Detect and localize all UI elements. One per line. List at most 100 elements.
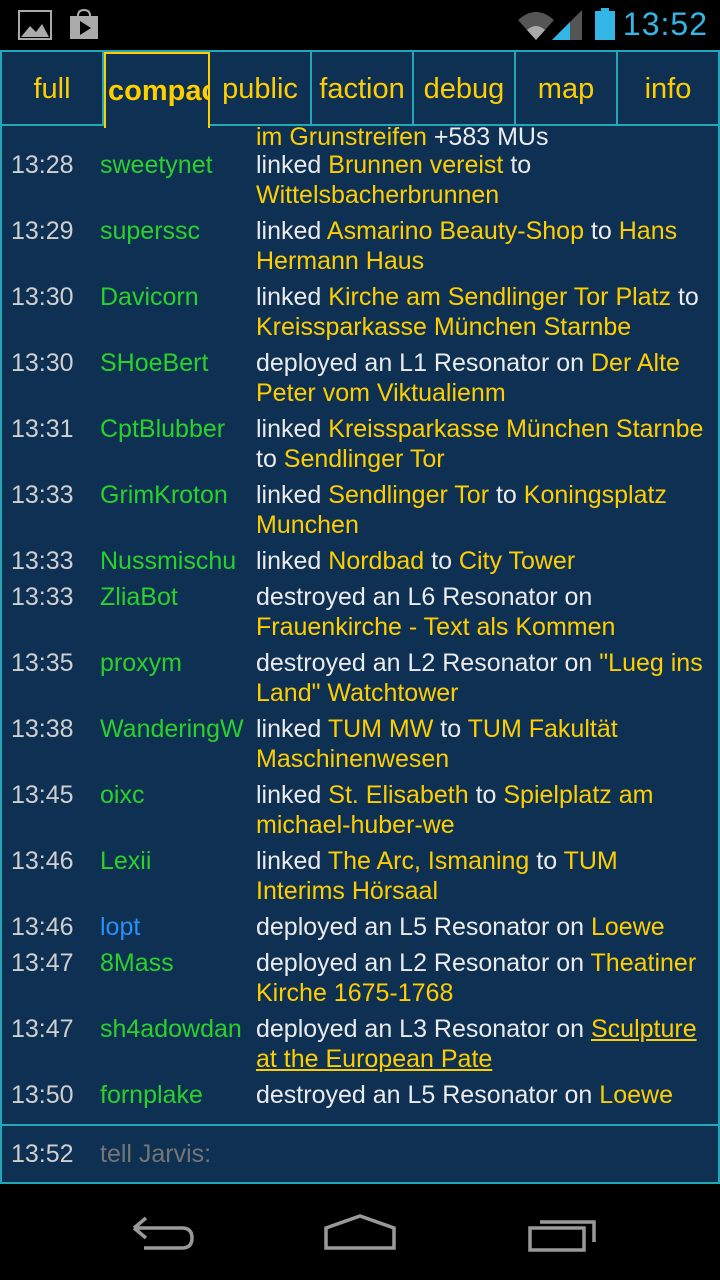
log-time: 13:28 — [11, 151, 74, 179]
message-text: linked — [256, 283, 329, 311]
input-time: 13:52 — [11, 1139, 74, 1168]
gallery-icon — [18, 10, 52, 40]
log-user[interactable]: sh4adowdan — [100, 1014, 256, 1074]
log-time: 13:35 — [11, 649, 74, 677]
message-text: to — [671, 283, 699, 311]
back-icon[interactable] — [120, 1208, 200, 1256]
log-time: 13:33 — [11, 583, 74, 611]
log-row: 13:30 SHoeBert deployed an L1 Resonator on… — [2, 348, 718, 414]
message-text: destroyed an L2 Resonator on — [256, 649, 600, 677]
log-time: 13:30 — [11, 283, 74, 311]
log-user[interactable]: Nussmischu — [100, 546, 256, 576]
log-user[interactable]: ZliaBot — [100, 582, 256, 642]
tab-full[interactable]: full — [2, 52, 104, 126]
portal-link[interactable]: Kreissparkasse München Starnbe — [328, 415, 703, 443]
log-message: linked TUM MW to TUM Fakultät Maschinenw… — [256, 714, 718, 774]
portal-link[interactable]: Frauenkirche - Text als Kommen — [256, 613, 615, 641]
log-row: 13:30 Davicorn linked Kirche am Sendlinger… — [2, 282, 718, 348]
log-user[interactable]: SHoeBert — [100, 348, 256, 408]
log-message: deployed an L5 Resonator on Loewe — [256, 912, 718, 942]
log-row: 13:28 sweetynet linked Brunnen vereist to … — [2, 150, 718, 216]
log-user[interactable]: proxym — [100, 648, 256, 708]
message-text: deployed an L3 Resonator on — [256, 1015, 591, 1043]
log-time: 13:33 — [11, 547, 74, 575]
tab-debug[interactable]: debug — [414, 52, 516, 126]
portal-link[interactable]: Loewe — [591, 913, 665, 941]
wifi-icon — [518, 12, 554, 40]
log-user[interactable]: superssc — [100, 216, 256, 276]
message-text: to — [583, 217, 619, 245]
chat-log-content: im Grunstreifen +583 MUs 13:28 sweetynet li… — [2, 126, 718, 1116]
battery-icon — [595, 8, 615, 40]
log-user[interactable]: sweetynet — [100, 150, 256, 210]
tab-map[interactable]: map — [516, 52, 618, 126]
message-text: linked — [256, 547, 329, 575]
log-message: linked Nordbad to City Tower — [256, 546, 718, 576]
message-text: linked — [256, 481, 329, 509]
log-row: 13:38 WanderingW linked TUM MW to TUM Faku… — [2, 714, 718, 780]
portal-link[interactable]: St. Elisabeth — [328, 781, 468, 809]
log-user[interactable]: oixc — [100, 780, 256, 840]
tab-label: debug — [423, 72, 505, 105]
log-user[interactable]: Lexii — [100, 846, 256, 906]
log-row-partial: im Grunstreifen +583 MUs — [2, 126, 718, 151]
play-store-icon — [70, 8, 98, 39]
message-text: to — [529, 847, 564, 875]
portal-link[interactable]: City Tower — [459, 547, 575, 575]
portal-link[interactable]: Kreissparkasse München Starnbe — [256, 313, 631, 341]
recent-apps-icon[interactable] — [522, 1208, 602, 1256]
portal-link[interactable]: The Arc, Ismaning — [328, 847, 529, 875]
message-text: linked — [256, 415, 329, 443]
portal-link[interactable]: Loewe — [599, 1081, 673, 1109]
message-text: linked — [256, 847, 328, 875]
log-row: 13:50 fornplake destroyed an L5 Resonator … — [2, 1080, 718, 1116]
chat-input[interactable] — [100, 1139, 718, 1169]
log-message: linked Kirche am Sendlinger Tor Platz to… — [256, 282, 718, 342]
log-time: 13:38 — [11, 715, 74, 743]
log-message: linked Asmarino Beauty-Shop to Hans Herm… — [256, 216, 718, 276]
portal-link[interactable]: Sendlinger Tor — [328, 481, 489, 509]
portal-link[interactable]: im Grunstreifen — [256, 126, 427, 151]
log-user[interactable]: Davicorn — [100, 282, 256, 342]
home-icon[interactable] — [320, 1208, 400, 1256]
log-row: 13:45 oixc linked St. Elisabeth to Spielpl… — [2, 780, 718, 846]
portal-link[interactable]: Wittelsbacherbrunnen — [256, 181, 499, 209]
message-text: linked — [256, 151, 329, 179]
chat-input-bar: 13:52 — [2, 1124, 718, 1182]
log-row: 13:46 lopt deployed an L5 Resonator on Loe… — [2, 912, 718, 948]
log-row: 13:33 GrimKroton linked Sendlinger Tor to … — [2, 480, 718, 546]
app-window: full compact public faction debug map in… — [0, 50, 720, 1184]
portal-link[interactable]: Kirche am Sendlinger Tor Platz — [328, 283, 671, 311]
log-user[interactable]: 8Mass — [100, 948, 256, 1008]
log-user[interactable]: WanderingW — [100, 714, 256, 774]
log-message: linked St. Elisabeth to Spielplatz am mi… — [256, 780, 718, 840]
tab-public[interactable]: public — [210, 52, 312, 126]
log-user[interactable]: GrimKroton — [100, 480, 256, 540]
signal-icon — [552, 10, 582, 40]
message-text: to — [489, 481, 524, 509]
tab-info[interactable]: info — [618, 52, 718, 126]
portal-link[interactable]: Asmarino Beauty-Shop — [327, 217, 584, 245]
log-message: deployed an L3 Resonator on Sculpture at… — [256, 1014, 718, 1074]
chat-log[interactable]: im Grunstreifen +583 MUs 13:28 sweetynet li… — [2, 126, 718, 1122]
message-text: destroyed an L5 Resonator on — [256, 1081, 600, 1109]
portal-link[interactable]: Brunnen vereist — [328, 151, 503, 179]
tab-bar: full compact public faction debug map in… — [2, 52, 718, 128]
portal-link[interactable]: Sendlinger Tor — [284, 445, 445, 473]
log-user[interactable]: CptBlubber — [100, 414, 256, 474]
log-message: destroyed an L6 Resonator on Frauenkirch… — [256, 582, 718, 642]
portal-link[interactable]: Nordbad — [328, 547, 424, 575]
tab-faction[interactable]: faction — [312, 52, 414, 126]
portal-link[interactable]: TUM MW — [328, 715, 434, 743]
tab-compact[interactable]: compact — [104, 52, 210, 128]
message-text: deployed an L1 Resonator on — [256, 349, 591, 377]
message-text: linked — [256, 217, 327, 245]
log-time: 13:46 — [11, 847, 74, 875]
log-user[interactable]: fornplake — [100, 1080, 256, 1110]
log-message: deployed an L2 Resonator on Theatiner Ki… — [256, 948, 718, 1008]
log-row: 13:33 Nussmischu linked Nordbad to City To… — [2, 546, 718, 582]
log-time: 13:33 — [11, 481, 74, 509]
log-row: 13:33 ZliaBot destroyed an L6 Resonator on… — [2, 582, 718, 648]
log-time: 13:31 — [11, 415, 74, 443]
log-user[interactable]: lopt — [100, 912, 256, 942]
